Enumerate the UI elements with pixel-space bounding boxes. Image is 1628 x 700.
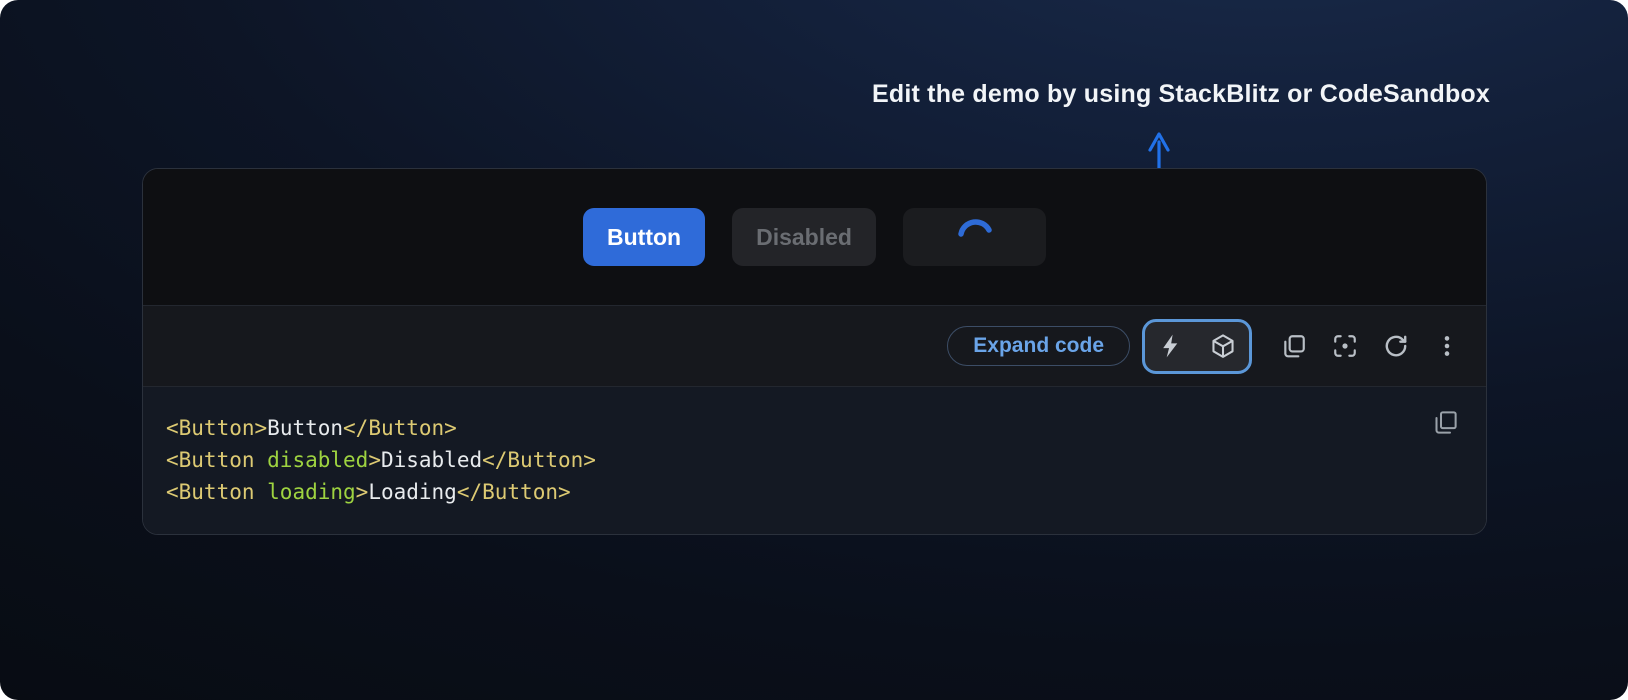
code-tag: <Button bbox=[166, 416, 255, 440]
docs-demo-page: Edit the demo by using StackBlitz or Cod… bbox=[0, 0, 1628, 700]
code-block: <Button>Button</Button> <Button disabled… bbox=[143, 387, 1486, 534]
copy-code-icon[interactable] bbox=[1432, 409, 1459, 436]
code-content: Loading bbox=[368, 480, 457, 504]
demo-preview-area: Button Disabled bbox=[143, 169, 1486, 305]
annotation-heading: Edit the demo by using StackBlitz or Cod… bbox=[872, 80, 1490, 109]
copy-icon[interactable] bbox=[1281, 333, 1307, 359]
code-content: Button bbox=[267, 416, 343, 440]
code-content: Disabled bbox=[381, 448, 482, 472]
code-tag: <Button bbox=[166, 448, 255, 472]
code-tag: <Button bbox=[166, 480, 255, 504]
expand-code-button[interactable]: Expand code bbox=[947, 326, 1130, 366]
code-attr: loading bbox=[255, 480, 356, 504]
code-tag-close: </Button> bbox=[343, 416, 457, 440]
code-tag-close: </Button> bbox=[482, 448, 596, 472]
loading-button[interactable] bbox=[903, 208, 1046, 266]
disabled-button[interactable]: Disabled bbox=[732, 208, 876, 266]
code-tag-close: </Button> bbox=[457, 480, 571, 504]
demo-card: Button Disabled Expand code bbox=[142, 168, 1487, 535]
primary-button[interactable]: Button bbox=[583, 208, 705, 266]
code-bracket: > bbox=[368, 448, 381, 472]
code-line: <Button loading>Loading</Button> bbox=[166, 476, 1458, 508]
code-bracket: > bbox=[356, 480, 369, 504]
stackblitz-lightning-icon[interactable] bbox=[1158, 333, 1184, 359]
code-bracket: > bbox=[255, 416, 268, 440]
loading-spinner-icon bbox=[954, 214, 994, 240]
focus-view-icon[interactable] bbox=[1332, 333, 1358, 359]
code-attr: disabled bbox=[255, 448, 369, 472]
sandbox-links-highlight-group bbox=[1142, 319, 1252, 374]
demo-toolbar: Expand code bbox=[143, 305, 1486, 387]
code-line: <Button disabled>Disabled</Button> bbox=[166, 444, 1458, 476]
more-vertical-icon[interactable] bbox=[1434, 333, 1460, 359]
codesandbox-cube-icon[interactable] bbox=[1210, 333, 1236, 359]
refresh-icon[interactable] bbox=[1383, 333, 1409, 359]
code-line: <Button>Button</Button> bbox=[166, 412, 1458, 444]
